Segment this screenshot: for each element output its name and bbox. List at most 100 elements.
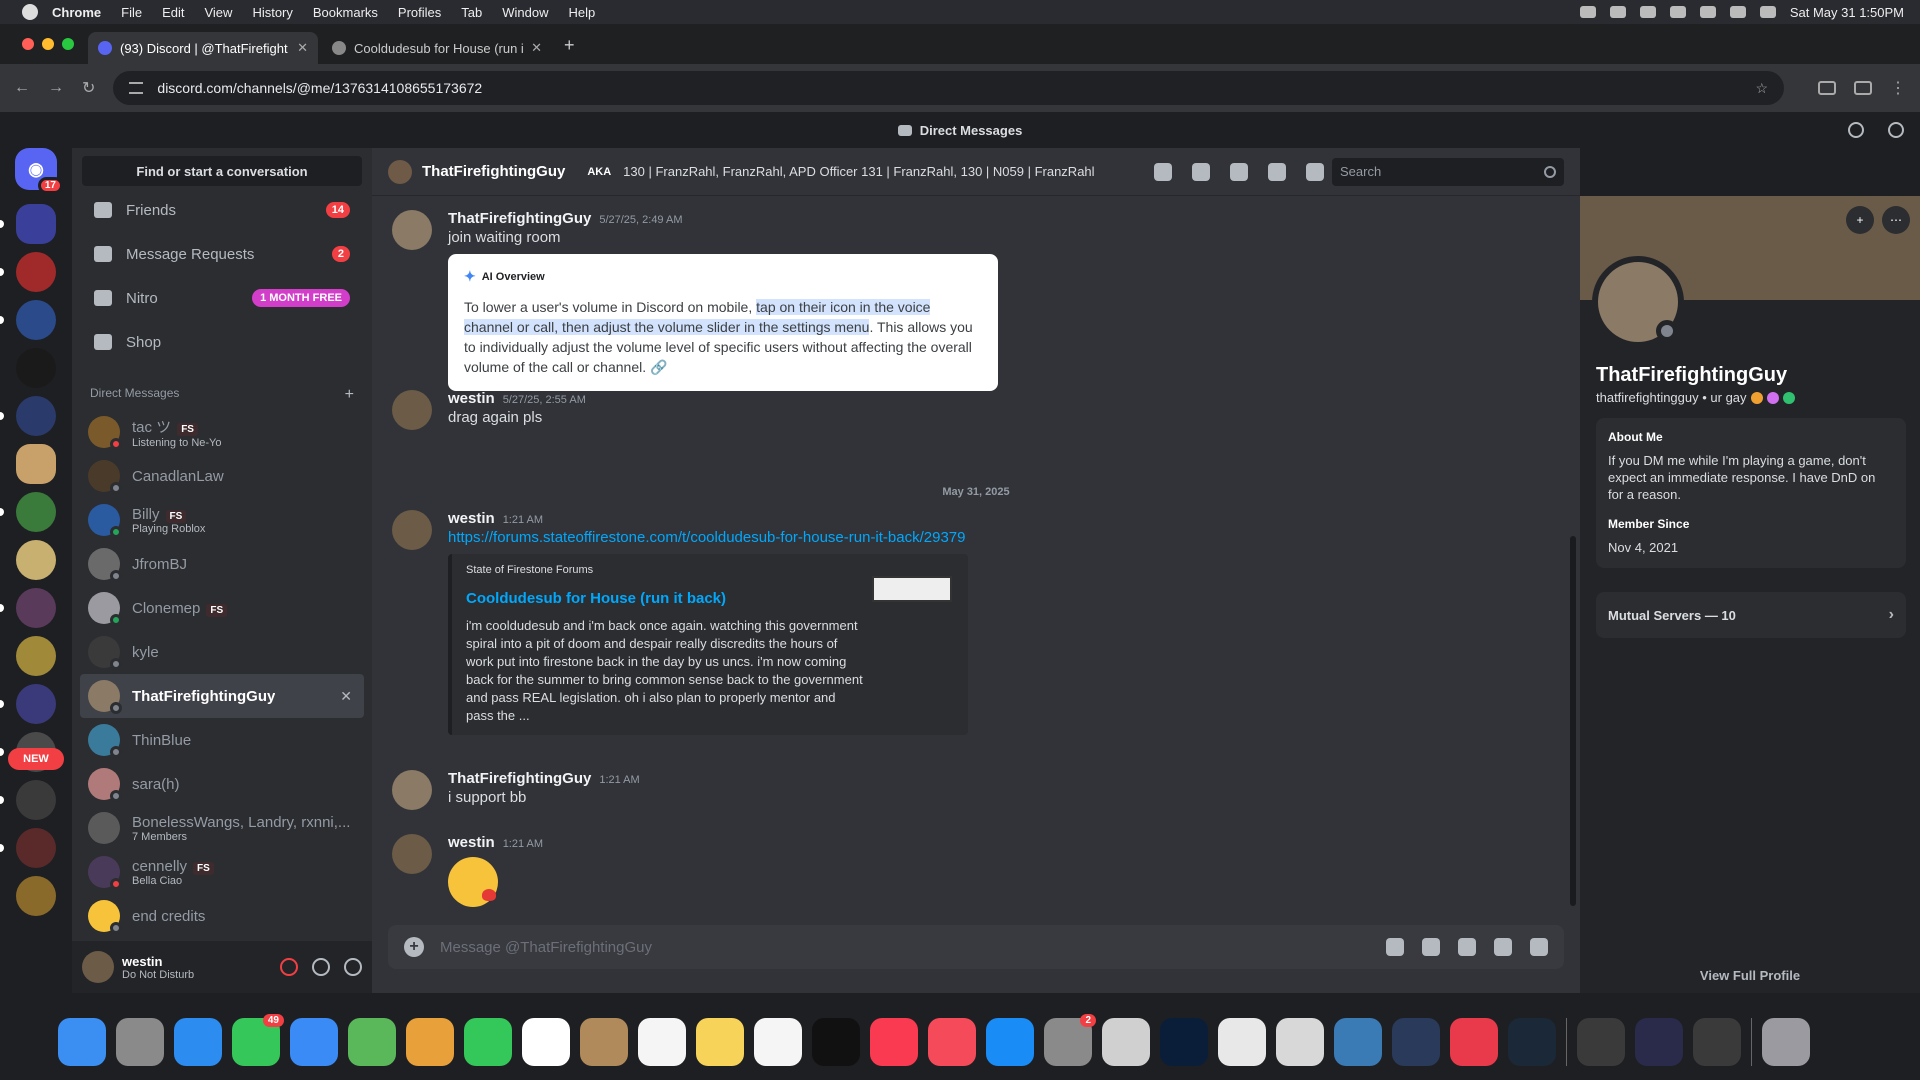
clock[interactable]: Sat May 31 1:50PM: [1790, 5, 1904, 20]
dock-launchpad-icon[interactable]: [116, 1018, 164, 1066]
apple-icon[interactable]: [22, 4, 38, 20]
dock-system-settings-icon[interactable]: 2: [1044, 1014, 1096, 1066]
minimize-window-button[interactable]: [42, 38, 54, 50]
dock-mail-icon[interactable]: [290, 1018, 338, 1066]
nav-shop[interactable]: Shop: [80, 322, 364, 362]
gift-icon[interactable]: [1386, 938, 1404, 956]
wifi-icon[interactable]: [1699, 6, 1716, 18]
dm-item[interactable]: Clonemep FS: [80, 586, 364, 630]
dock-facetime-icon[interactable]: [464, 1018, 512, 1066]
activities-icon[interactable]: [1530, 938, 1548, 956]
menu-history[interactable]: History: [252, 5, 292, 20]
avatar[interactable]: [392, 770, 432, 810]
server-icon[interactable]: [16, 348, 56, 388]
dock-window-1-icon[interactable]: [1577, 1018, 1625, 1066]
dm-item[interactable]: ThatFirefightingGuy ✕: [80, 674, 364, 718]
dock-window-2-icon[interactable]: [1635, 1018, 1683, 1066]
upload-plus-icon[interactable]: +: [404, 937, 424, 957]
avatar[interactable]: [392, 834, 432, 874]
close-dm-icon[interactable]: ✕: [340, 688, 352, 705]
dock-notes-icon[interactable]: [696, 1018, 744, 1066]
recipient-name[interactable]: ThatFirefightingGuy: [422, 163, 565, 180]
dock-calendar-icon[interactable]: [522, 1018, 570, 1066]
find-conversation-button[interactable]: Find or start a conversation: [82, 156, 362, 186]
dock-quicktime-icon[interactable]: [1392, 1018, 1440, 1066]
add-friend-icon[interactable]: +: [1846, 206, 1874, 234]
new-servers-badge[interactable]: NEW: [8, 748, 64, 770]
site-settings-icon[interactable]: [129, 82, 144, 94]
dock-photoshop-icon[interactable]: [1160, 1018, 1208, 1066]
dock-roblox-studio-icon[interactable]: [1334, 1018, 1382, 1066]
record-icon[interactable]: [1579, 6, 1596, 18]
moon-icon[interactable]: [1669, 6, 1686, 18]
dm-item[interactable]: kyle: [80, 630, 364, 674]
dm-item[interactable]: BonelessWangs, Landry, rxnni,... 7 Member…: [80, 806, 364, 850]
server-icon[interactable]: [0, 588, 56, 628]
dock-freeform-icon[interactable]: [754, 1018, 802, 1066]
menu-file[interactable]: File: [121, 5, 142, 20]
new-tab-icon[interactable]: +: [564, 35, 575, 56]
message-author[interactable]: ThatFirefightingGuy: [448, 770, 591, 787]
volume-icon[interactable]: [1639, 6, 1656, 18]
menu-help[interactable]: Help: [569, 5, 596, 20]
dock-trash-icon[interactable]: [1762, 1018, 1810, 1066]
headphones-icon[interactable]: [312, 958, 330, 976]
menu-edit[interactable]: Edit: [162, 5, 184, 20]
dm-item[interactable]: cennelly FS Bella Ciao: [80, 850, 364, 894]
mutual-servers-button[interactable]: Mutual Servers — 10 ›: [1596, 592, 1906, 638]
address-bar[interactable]: discord.com/channels/@me/137631410865517…: [113, 71, 1784, 105]
dock-roblox-icon[interactable]: [1276, 1018, 1324, 1066]
server-icon[interactable]: [0, 780, 56, 820]
server-icon[interactable]: [0, 492, 56, 532]
dock-photos-icon[interactable]: [406, 1018, 454, 1066]
avatar[interactable]: [392, 390, 432, 430]
more-options-icon[interactable]: ⋯: [1882, 206, 1910, 234]
message-author[interactable]: westin: [448, 834, 495, 851]
dm-item[interactable]: Billy FS Playing Roblox: [80, 498, 364, 542]
dock-contacts-icon[interactable]: [580, 1018, 628, 1066]
menu-view[interactable]: View: [204, 5, 232, 20]
back-icon[interactable]: ←: [14, 79, 30, 97]
chrome-menu-icon[interactable]: ⋮: [1890, 78, 1906, 98]
tab-forum[interactable]: Cooldudesub for House (run i ✕: [322, 32, 552, 64]
server-icon[interactable]: [16, 636, 56, 676]
user-profile-icon[interactable]: [1306, 162, 1324, 181]
dm-item[interactable]: CanadlanLaw: [80, 454, 364, 498]
gif-icon[interactable]: [1422, 938, 1440, 956]
dm-item[interactable]: sara(h): [80, 762, 364, 806]
search-input[interactable]: Search: [1332, 157, 1564, 186]
quest-badge-icon[interactable]: [1782, 391, 1795, 404]
menu-app[interactable]: Chrome: [52, 5, 101, 20]
dock-chrome-icon[interactable]: [1218, 1018, 1266, 1066]
dock-app-store-icon[interactable]: [986, 1018, 1034, 1066]
menu-profiles[interactable]: Profiles: [398, 5, 441, 20]
mute-mic-icon[interactable]: [280, 958, 298, 976]
pin-icon[interactable]: [1230, 162, 1248, 181]
message-author[interactable]: westin: [448, 510, 495, 527]
menu-tab[interactable]: Tab: [461, 5, 482, 20]
menu-window[interactable]: Window: [502, 5, 548, 20]
ai-overview-image[interactable]: ✦ AI Overview To lower a user's volume in…: [448, 254, 998, 391]
dm-item[interactable]: ThinBlue: [80, 718, 364, 762]
bookmark-star-icon[interactable]: ☆: [1755, 80, 1768, 97]
dock-messages-icon[interactable]: 49: [232, 1014, 284, 1066]
server-icon[interactable]: [0, 684, 56, 724]
dock-window-3-icon[interactable]: [1693, 1018, 1741, 1066]
dock-maps-icon[interactable]: [348, 1018, 396, 1066]
menu-bookmarks[interactable]: Bookmarks: [313, 5, 378, 20]
video-call-icon[interactable]: [1192, 162, 1210, 181]
badge-icon[interactable]: [1750, 391, 1763, 404]
sticker-icon[interactable]: [1458, 938, 1476, 956]
server-icon[interactable]: [16, 444, 56, 484]
nitro-badge-icon[interactable]: [1766, 391, 1779, 404]
create-dm-icon[interactable]: +: [345, 386, 354, 404]
server-icon[interactable]: [16, 876, 56, 916]
cast-icon[interactable]: [1818, 81, 1836, 95]
avatar[interactable]: [392, 510, 432, 550]
dock-news-icon[interactable]: [928, 1018, 976, 1066]
server-folder-icon[interactable]: [0, 204, 56, 244]
dm-item[interactable]: tac ツ FS Listening to Ne-Yo: [80, 410, 364, 454]
help-icon[interactable]: [1888, 122, 1904, 138]
reload-icon[interactable]: ↻: [82, 78, 95, 98]
dock-iphone-mirroring-icon[interactable]: [1102, 1018, 1150, 1066]
